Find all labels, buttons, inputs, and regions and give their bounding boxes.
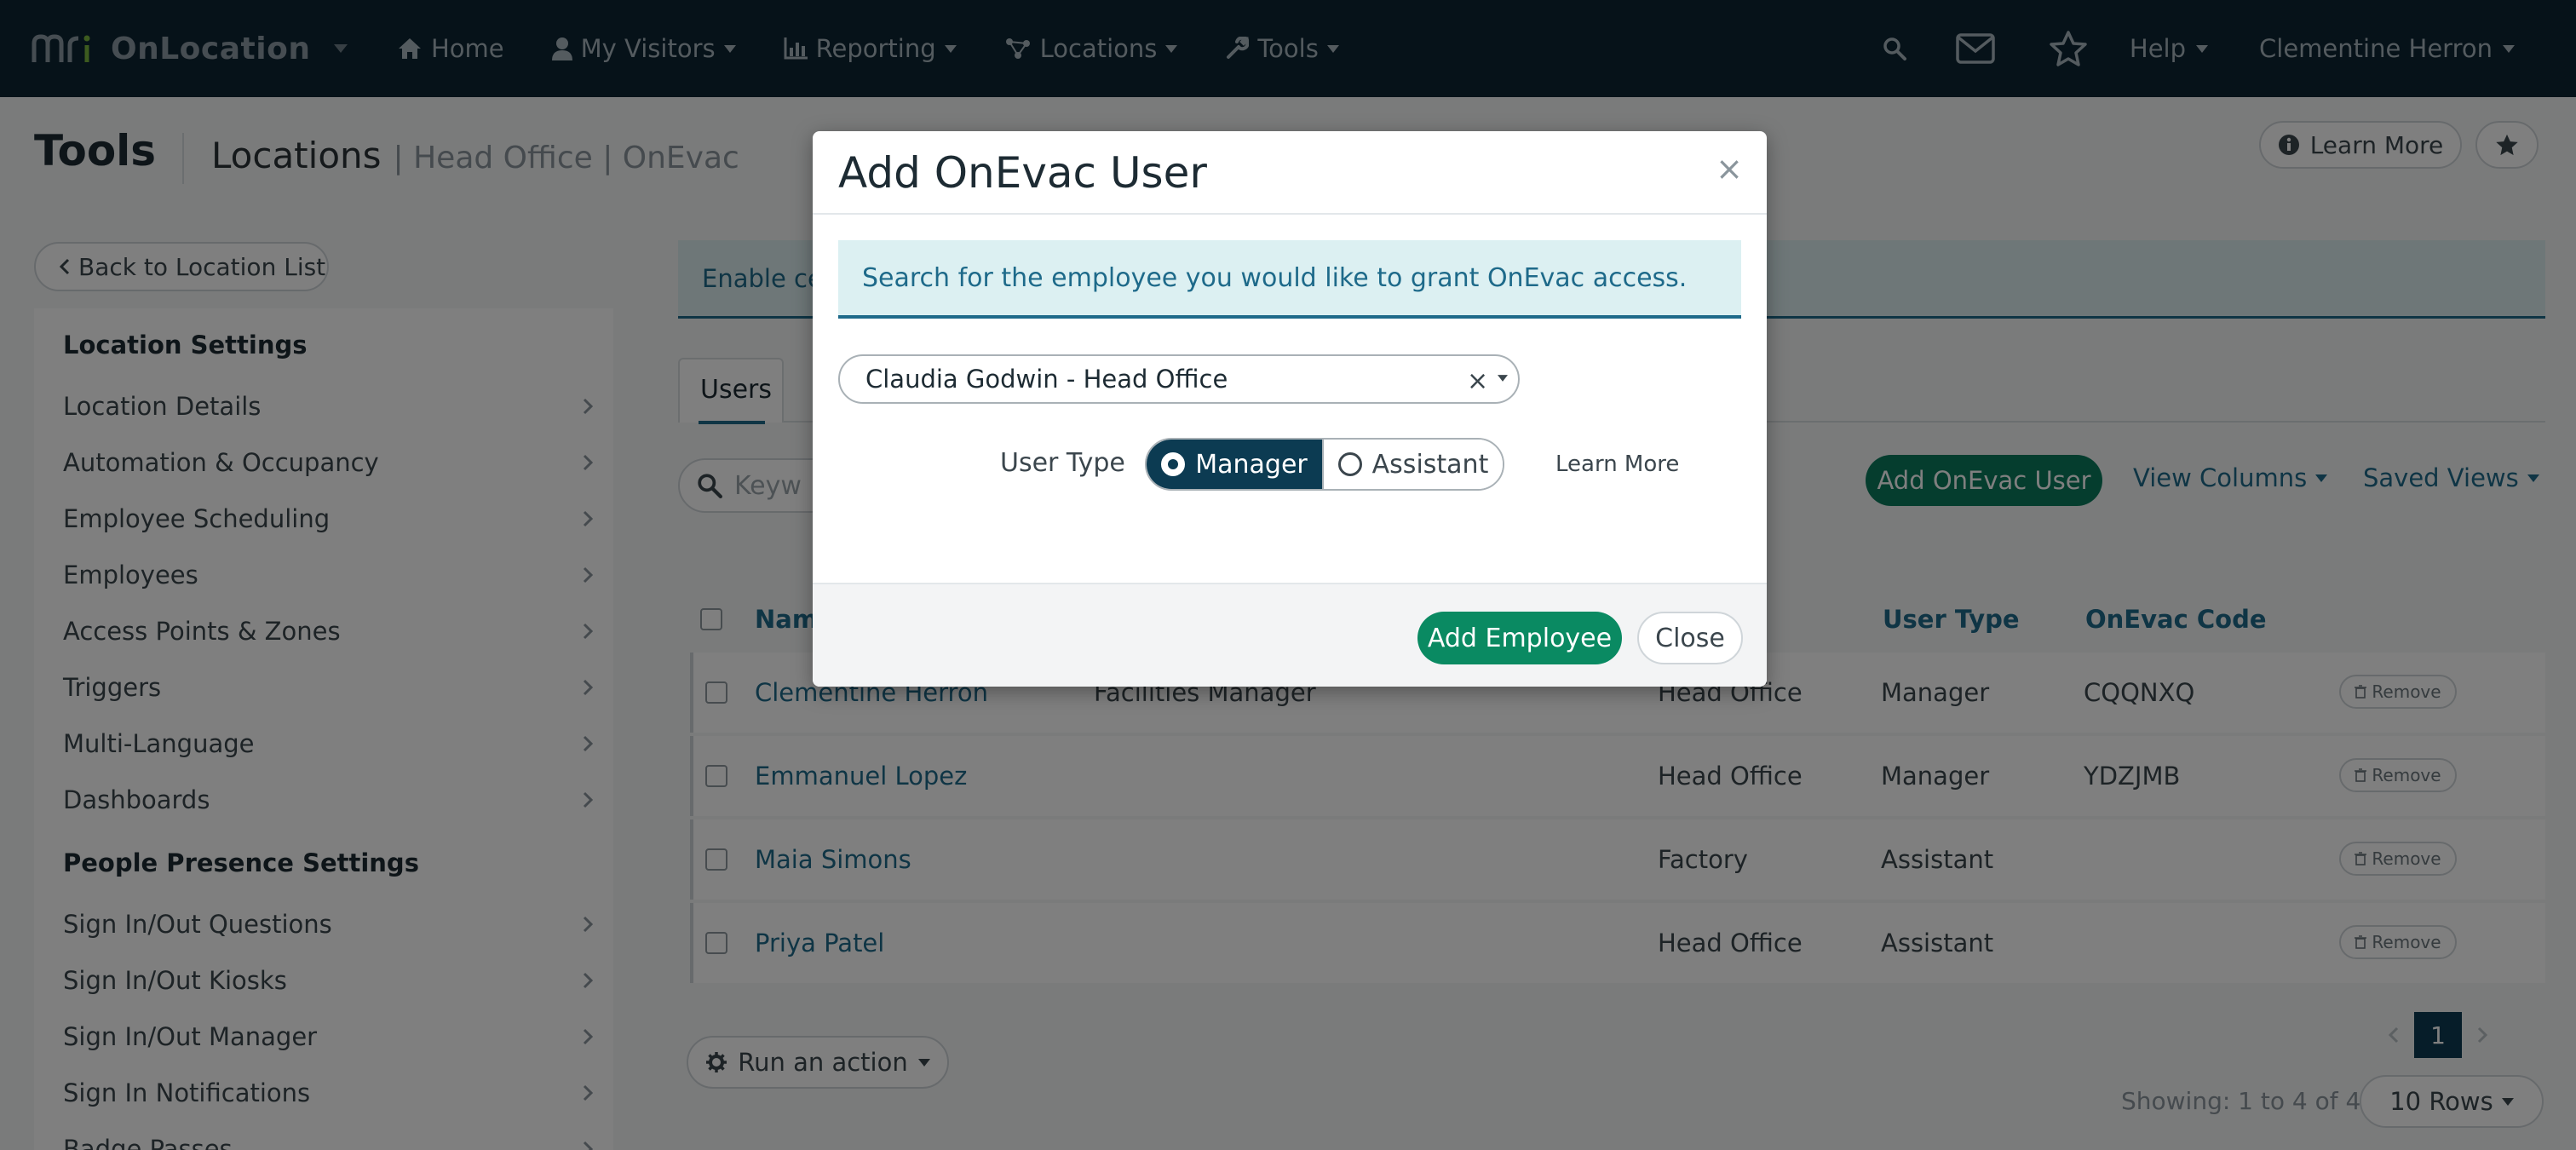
modal-close-icon[interactable]: × — [1716, 150, 1743, 187]
modal-header-divider — [813, 213, 1767, 215]
manager-label: Manager — [1195, 449, 1308, 480]
user-type-assistant-option[interactable]: Assistant — [1322, 440, 1503, 489]
modal-info-text: Search for the employee you would like t… — [862, 262, 1688, 293]
modal-info-alert: Search for the employee you would like t… — [838, 240, 1741, 319]
chevron-down-icon[interactable] — [1498, 375, 1508, 382]
modal-footer: Add Employee Close — [813, 583, 1767, 687]
user-type-manager-option[interactable]: Manager — [1147, 440, 1322, 489]
modal-learn-more-link[interactable]: Learn More — [1555, 451, 1679, 477]
user-type-label: User Type — [1000, 448, 1125, 478]
employee-select[interactable]: Claudia Godwin - Head Office × — [838, 354, 1520, 404]
employee-select-value: Claudia Godwin - Head Office — [865, 365, 1228, 394]
close-button[interactable]: Close — [1637, 612, 1743, 664]
assistant-label: Assistant — [1371, 449, 1489, 480]
modal-title: Add OnEvac User — [838, 148, 1207, 198]
add-employee-button[interactable]: Add Employee — [1417, 612, 1622, 664]
add-onevac-user-modal: Add OnEvac User × Search for the employe… — [813, 131, 1767, 687]
radio-selected-icon — [1161, 452, 1186, 476]
radio-unselected-icon — [1337, 452, 1362, 476]
clear-selection-icon[interactable]: × — [1467, 366, 1488, 396]
user-type-toggle: Manager Assistant — [1145, 438, 1504, 491]
